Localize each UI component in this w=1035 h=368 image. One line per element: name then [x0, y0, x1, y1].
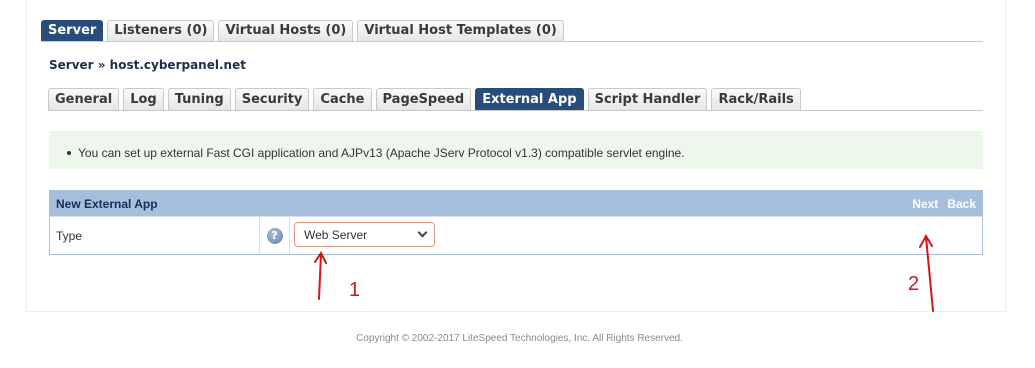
sub-tab-divider — [48, 110, 983, 111]
annotation-label-2: 2 — [908, 273, 920, 295]
tab-virtual-hosts[interactable]: Virtual Hosts (0) — [218, 20, 354, 41]
type-row: Type ? Web Server — [50, 216, 982, 254]
tab-general[interactable]: General — [48, 88, 120, 110]
form-title: New External App — [56, 196, 158, 211]
type-select-value: Web Server — [304, 227, 368, 242]
back-button[interactable]: Back — [947, 197, 976, 211]
tab-virtual-host-templates[interactable]: Virtual Host Templates (0) — [357, 20, 564, 41]
top-tab-bar: Server Listeners (0) Virtual Hosts (0) V… — [41, 20, 564, 41]
form-header: New External App Next Back — [50, 191, 982, 216]
tab-pagespeed[interactable]: PageSpeed — [375, 88, 472, 110]
form-actions: Next Back — [912, 197, 976, 211]
tab-tuning[interactable]: Tuning — [167, 88, 231, 110]
sub-tab-bar: General Log Tuning Security Cache PageSp… — [48, 88, 801, 110]
type-select[interactable]: Web Server — [294, 222, 435, 247]
type-label: Type — [50, 217, 260, 254]
top-tab-divider — [41, 41, 983, 42]
tab-script-handler[interactable]: Script Handler — [587, 88, 708, 110]
next-button[interactable]: Next — [912, 197, 938, 211]
tab-security[interactable]: Security — [234, 88, 310, 110]
chevron-down-icon — [417, 227, 428, 238]
tab-server[interactable]: Server — [41, 20, 104, 41]
help-cell: ? — [260, 217, 290, 254]
info-message: You can set up external Fast CGI applica… — [78, 146, 685, 160]
tab-listeners[interactable]: Listeners (0) — [107, 20, 215, 41]
new-external-app-form: New External App Next Back Type ? Web Se… — [49, 190, 983, 255]
tab-external-app[interactable]: External App — [475, 88, 584, 110]
tab-cache[interactable]: Cache — [313, 88, 372, 110]
type-value-cell: Web Server — [290, 217, 982, 254]
info-box: You can set up external Fast CGI applica… — [49, 131, 983, 169]
tab-log[interactable]: Log — [123, 88, 164, 110]
annotation-label-1: 1 — [349, 279, 361, 301]
tab-rack-rails[interactable]: Rack/Rails — [711, 88, 801, 110]
bullet-icon — [67, 150, 71, 155]
copyright-footer: Copyright © 2002-2017 LiteSpeed Technolo… — [356, 333, 683, 344]
help-icon[interactable]: ? — [266, 227, 283, 244]
breadcrumb: Server » host.cyberpanel.net — [49, 58, 246, 72]
